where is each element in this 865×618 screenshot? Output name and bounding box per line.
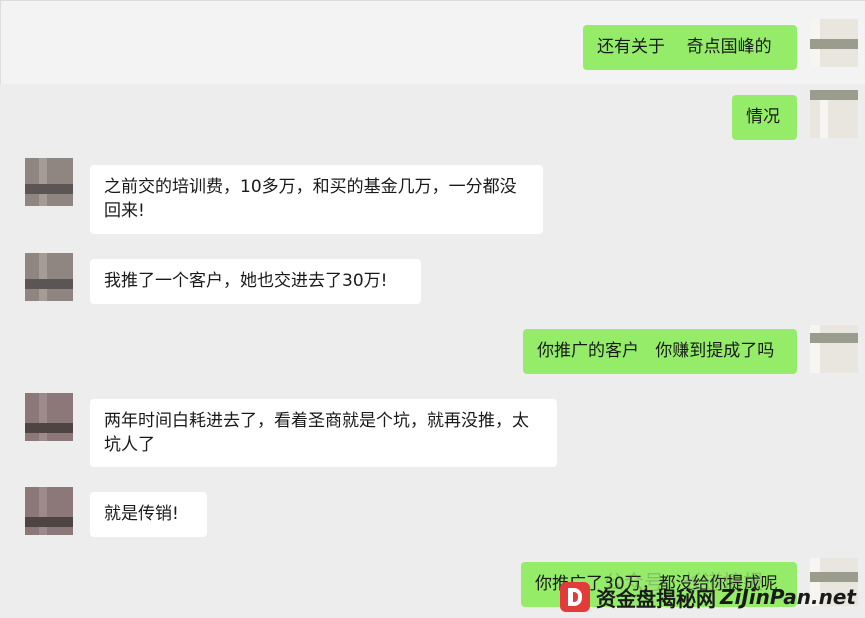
watermark: 资金盘揭秘网 ZiJinPan.net xyxy=(560,581,856,613)
message-bubble-received[interactable]: 两年时间白耗进去了，看着圣商就是个坑，就再没推，太 坑人了 xyxy=(90,399,557,467)
message-bubble-received[interactable]: 之前交的培训费，10多万，和买的基金几万，一分都没 回来! xyxy=(90,165,543,234)
contact-avatar[interactable] xyxy=(25,487,73,535)
my-avatar[interactable] xyxy=(810,90,858,138)
watermark-brand: 资金盘揭秘网 xyxy=(596,586,716,611)
message-bubble-sent[interactable]: 你推广的客户 你赚到提成了吗 xyxy=(523,329,797,374)
watermark-logo-icon xyxy=(560,582,590,612)
my-avatar[interactable] xyxy=(810,325,858,373)
contact-avatar[interactable] xyxy=(25,393,73,441)
message-bubble-received[interactable]: 我推了一个客户，她也交进去了30万! xyxy=(90,259,421,304)
contact-avatar[interactable] xyxy=(25,158,73,206)
my-avatar[interactable] xyxy=(810,19,858,67)
watermark-domain: ZiJinPan.net xyxy=(720,585,856,609)
contact-avatar[interactable] xyxy=(25,253,73,301)
message-bubble-sent[interactable]: 还有关于 奇点国峰的 xyxy=(583,25,797,70)
message-bubble-sent[interactable]: 情况 xyxy=(732,95,797,140)
message-bubble-received[interactable]: 就是传销! xyxy=(90,492,207,537)
